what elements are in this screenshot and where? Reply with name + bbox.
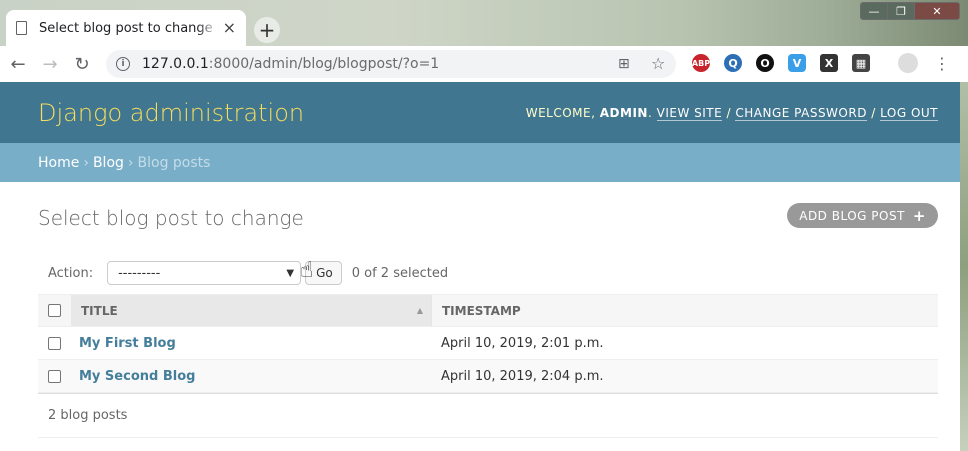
- circle-extension-icon[interactable]: O: [756, 54, 774, 72]
- breadcrumb-separator: ›: [127, 154, 134, 171]
- browser-tab[interactable]: Select blog post to change | Django site…: [6, 10, 246, 46]
- q-extension-icon[interactable]: Q: [724, 54, 742, 72]
- forward-icon[interactable]: →: [36, 50, 64, 78]
- v-extension-icon[interactable]: V: [788, 54, 806, 72]
- breadcrumb: Home › Blog › Blog posts: [0, 143, 968, 182]
- paginator: 2 blog posts: [38, 394, 938, 438]
- actions-bar: Action: --------- ▼ Go 0 of 2 selected: [38, 258, 938, 288]
- add-button-label: ADD BLOG POST: [799, 208, 905, 223]
- browser-tabstrip: Select blog post to change | Django site…: [0, 0, 968, 46]
- row-timestamp: April 10, 2019, 2:01 p.m.: [441, 335, 604, 351]
- view-site-link[interactable]: VIEW SITE: [656, 106, 723, 121]
- x-extension-icon[interactable]: X: [820, 54, 838, 72]
- new-tab-button[interactable]: +: [254, 17, 280, 43]
- row-checkbox[interactable]: [48, 369, 61, 383]
- page-title: Select blog post to change: [38, 206, 304, 230]
- row-checkbox[interactable]: [48, 336, 61, 350]
- tab-close-icon[interactable]: ×: [223, 20, 236, 36]
- desktop-background-edge: [960, 82, 968, 451]
- reload-icon[interactable]: ↻: [68, 50, 96, 78]
- action-select[interactable]: --------- ▼: [107, 261, 302, 285]
- breadcrumb-blog[interactable]: Blog: [93, 155, 124, 171]
- user-tools: WELCOME, ADMIN. VIEW SITE / CHANGE PASSW…: [525, 106, 938, 121]
- selection-counter: 0 of 2 selected: [351, 265, 449, 281]
- breadcrumb-current: Blog posts: [137, 154, 211, 171]
- breadcrumb-home[interactable]: Home: [38, 155, 79, 171]
- row-title-link[interactable]: My First Blog: [71, 336, 431, 351]
- breadcrumb-separator: ›: [83, 154, 89, 171]
- table-header: Title ▲ Timestamp: [38, 294, 938, 327]
- adblock-icon[interactable]: ABP: [692, 54, 710, 72]
- admin-header: Django administration WELCOME, ADMIN. VI…: [0, 82, 968, 143]
- window-close-button[interactable]: ✕: [915, 3, 959, 19]
- document-icon: [16, 21, 27, 35]
- action-selected-value: ---------: [118, 265, 161, 281]
- address-bar[interactable]: i 127.0.0.1:8000/admin/blog/blogpost/?o=…: [106, 50, 676, 78]
- site-branding[interactable]: Django administration: [38, 99, 304, 127]
- tab-title: Select blog post to change | Django site…: [39, 20, 219, 36]
- plus-icon: +: [912, 206, 926, 225]
- change-password-link[interactable]: CHANGE PASSWORD: [735, 106, 867, 121]
- translate-icon[interactable]: ⊞: [618, 56, 630, 72]
- menu-kebab-icon[interactable]: ⋮: [934, 54, 950, 73]
- column-header-timestamp[interactable]: Timestamp: [431, 295, 938, 326]
- grid-extension-icon[interactable]: ▦: [852, 54, 870, 72]
- welcome-text: WELCOME,: [525, 106, 596, 120]
- row-timestamp: April 10, 2019, 2:04 p.m.: [441, 368, 604, 384]
- table-row: My Second Blog April 10, 2019, 2:04 p.m.: [38, 360, 938, 393]
- log-out-link[interactable]: LOG OUT: [880, 106, 938, 121]
- url-text: 127.0.0.1:8000/admin/blog/blogpost/?o=1: [142, 56, 440, 72]
- maximize-button[interactable]: ❐: [888, 3, 915, 19]
- table-row: My First Blog April 10, 2019, 2:01 p.m.: [38, 327, 938, 360]
- sort-ascending-icon[interactable]: ▲: [417, 306, 423, 315]
- row-title-link[interactable]: My Second Blog: [71, 369, 431, 384]
- hand-cursor-icon: ☝: [300, 258, 314, 283]
- select-all-cell: [38, 295, 71, 326]
- window-controls: — ❐ ✕: [860, 2, 960, 20]
- back-icon[interactable]: ←: [4, 50, 32, 78]
- browser-toolbar: ← → ↻ i 127.0.0.1:8000/admin/blog/blogpo…: [0, 46, 968, 82]
- add-blog-post-button[interactable]: ADD BLOG POST +: [787, 203, 938, 228]
- username: ADMIN: [599, 106, 648, 120]
- column-header-title[interactable]: Title ▲: [71, 295, 431, 326]
- info-icon[interactable]: i: [116, 57, 130, 71]
- select-all-checkbox[interactable]: [48, 304, 61, 317]
- bookmark-star-icon[interactable]: ☆: [651, 54, 665, 73]
- result-list: Title ▲ Timestamp My First Blog April 10…: [38, 294, 938, 394]
- minimize-button[interactable]: —: [861, 3, 888, 19]
- profile-avatar-icon[interactable]: [898, 53, 918, 73]
- dropdown-arrow-icon: ▼: [286, 267, 295, 279]
- action-label: Action:: [48, 265, 94, 281]
